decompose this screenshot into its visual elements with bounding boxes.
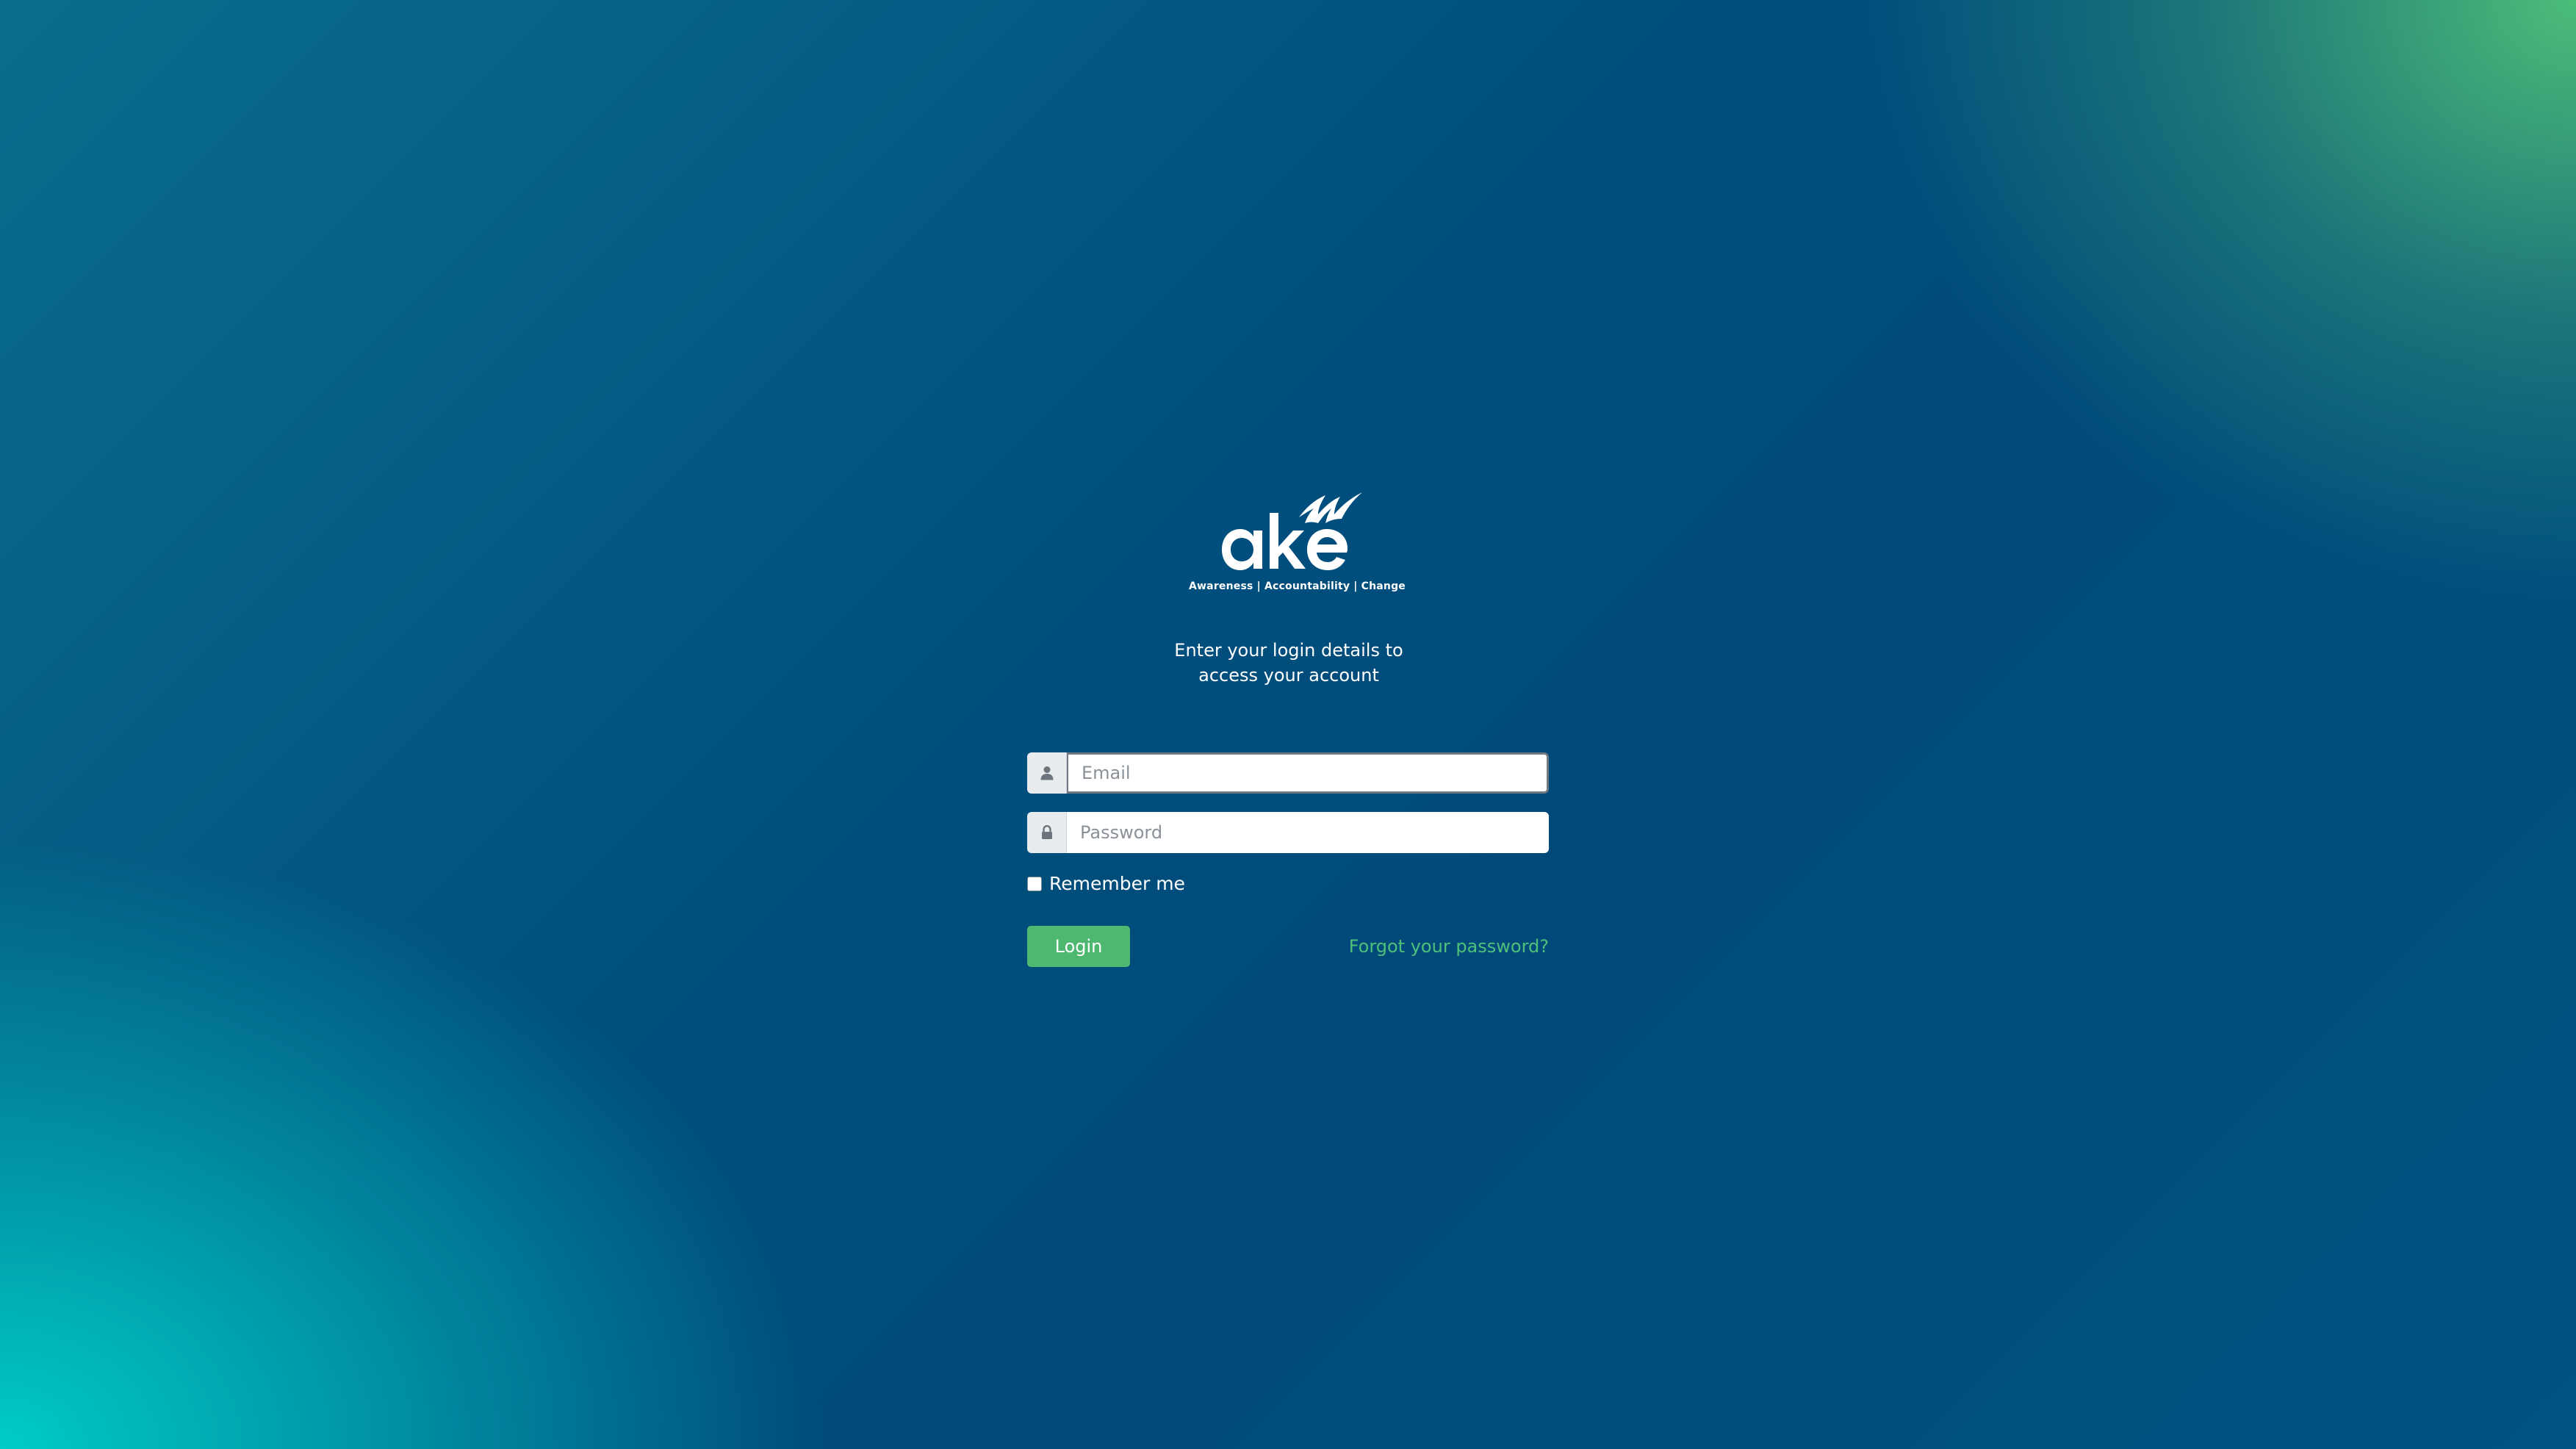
email-field-group xyxy=(1027,752,1549,794)
brand-logo: Awareness | Accountability | Change xyxy=(1189,470,1406,599)
login-instructions: Enter your login details to access your … xyxy=(1027,638,1550,688)
brand-tagline: Awareness | Accountability | Change xyxy=(1189,580,1406,592)
lock-icon xyxy=(1027,812,1067,853)
intro-line-2: access your account xyxy=(1198,665,1379,686)
password-input[interactable] xyxy=(1067,812,1549,853)
remember-me-checkbox[interactable] xyxy=(1027,876,1042,891)
intro-line-1: Enter your login details to xyxy=(1174,640,1403,661)
remember-me[interactable]: Remember me xyxy=(1027,873,1185,894)
forgot-password-link[interactable]: Forgot your password? xyxy=(1349,936,1549,957)
user-icon xyxy=(1027,752,1067,794)
email-input[interactable] xyxy=(1067,752,1549,794)
login-button[interactable]: Login xyxy=(1027,926,1130,967)
remember-me-label: Remember me xyxy=(1049,873,1185,894)
password-field-group xyxy=(1027,812,1549,853)
logo-icon xyxy=(1222,492,1362,570)
